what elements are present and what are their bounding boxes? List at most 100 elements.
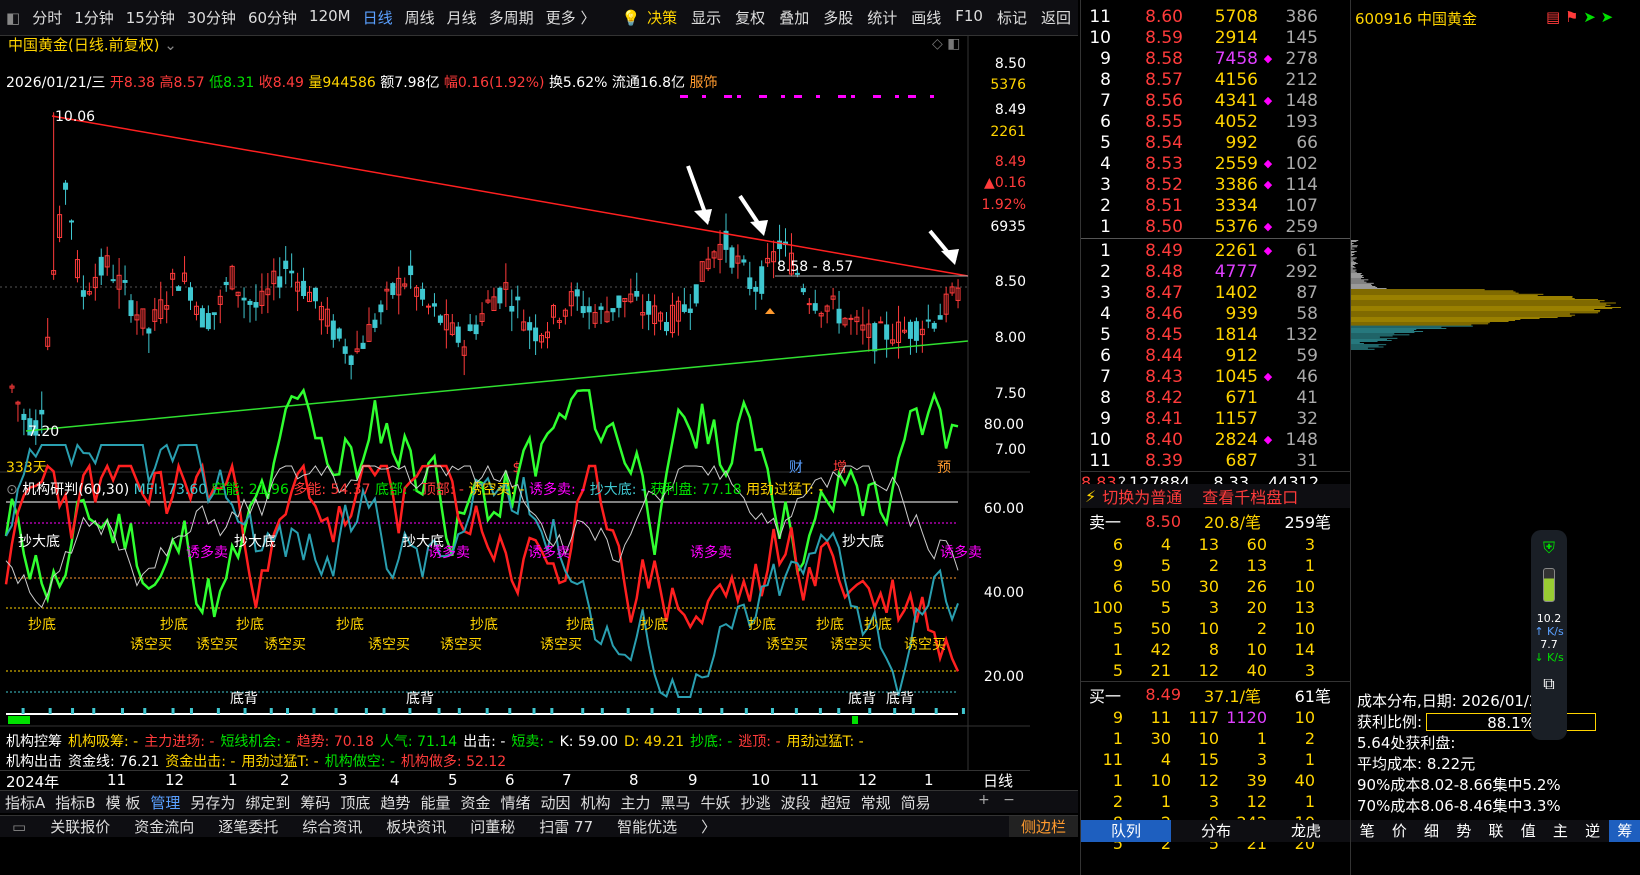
indicator-tab[interactable]: 黑马 [656,792,696,813]
right-tab[interactable]: 主 [1544,820,1576,842]
view-depth-button[interactable]: 查看千档盘口 [1202,484,1298,508]
indicator-tab[interactable]: 能量 [415,792,455,813]
indicator-tab[interactable]: 趋势 [375,792,415,813]
detail-tab[interactable]: 队列 [1081,820,1171,842]
toolbar-button[interactable]: 返回 [1034,7,1078,28]
period-tab[interactable]: 分时 [26,7,68,28]
book-row[interactable]: 3 8.47 1402 87 [1081,282,1350,303]
bottom-bar-item[interactable]: 扫雷 77 [527,816,605,837]
switch-normal-button[interactable]: 切换为普通 [1096,484,1202,508]
toolbar-button[interactable]: 复权 [728,7,772,28]
book-row[interactable]: 7 8.43 1045 ◆ 46 [1081,366,1350,387]
window-menu-icon[interactable]: ◧ [0,9,26,27]
bottom-bar-item[interactable]: 综合资讯 [290,816,374,837]
indicator-tab[interactable]: 动因 [535,792,575,813]
indicator-tab[interactable]: 抄逃 [736,792,776,813]
toolbar-button[interactable]: F10 [948,7,990,28]
indicator-tab[interactable]: 常规 [856,792,896,813]
bottom-bar-item[interactable]: 智能优选 [605,816,689,837]
book-row[interactable]: 7 8.56 4341 ◆ 148 [1081,90,1350,111]
right-tab[interactable]: 值 [1512,820,1544,842]
ohlc-sector[interactable]: 服饰 [690,75,718,91]
toolbar-button[interactable]: 统计 [860,7,904,28]
book-row[interactable]: 8 8.42 671 41 [1081,387,1350,408]
indicator-tab[interactable]: 简易 [896,792,936,813]
right-tab[interactable]: 细 [1415,820,1447,842]
book-row[interactable]: 1 8.49 2261 ◆ 61 [1081,240,1350,261]
bottom-bar-item[interactable]: 问董秘 [458,816,527,837]
panel-icon[interactable]: ▭ [0,818,38,836]
indicator-tab[interactable]: 绑定到 [240,792,295,813]
flag-icon[interactable]: ⚑ [1565,8,1578,26]
title-dropdown-icon[interactable]: ⌄ [164,36,177,54]
book-row[interactable]: 5 8.54 992 66 [1081,132,1350,153]
book-row[interactable]: 6 8.44 912 59 [1081,345,1350,366]
right-tab[interactable]: 联 [1480,820,1512,842]
book-row[interactable]: 3 8.52 3386 ◆ 114 [1081,174,1350,195]
book-row[interactable]: 10 8.59 2914 145 [1081,27,1350,48]
indicator-tab[interactable]: 波段 [776,792,816,813]
book-row[interactable]: 11 8.60 5708 386 [1081,6,1350,27]
book-row[interactable]: 4 8.46 939 58 [1081,303,1350,324]
right-tab[interactable]: 逆 [1577,820,1609,842]
book-row[interactable]: 6 8.55 4052 193 [1081,111,1350,132]
indicator-tab[interactable]: 筹码 [295,792,335,813]
toolbar-button[interactable]: 显示 [684,7,728,28]
indicator-tab[interactable]: 指标A [0,792,50,813]
arrow-icon[interactable]: ➤ [1601,8,1614,26]
indicator-tab[interactable]: 模 板 [101,792,146,813]
cursor-icon[interactable]: ➤ [1583,8,1596,26]
indicator-tab[interactable]: 顶底 [335,792,375,813]
toolbar-button[interactable]: 标记 [990,7,1034,28]
indicator-tab[interactable]: 牛妖 [696,792,736,813]
period-tab[interactable]: 日线 [357,7,399,28]
kline-chart-area[interactable]: 8.50 5376 8.49 2261 8.49 ▲0.16 1.92% 6935 8.50 8.… [0,36,1078,806]
toolbar-button[interactable]: 叠加 [772,7,816,28]
detail-tab[interactable]: 分布 [1171,820,1261,842]
screenshot-icon[interactable]: ⧉ [1531,674,1567,694]
chart-corner-icons[interactable]: ◇ ◧ [932,36,960,52]
period-tab[interactable]: 30分钟 [181,7,242,28]
book-row[interactable]: 1 8.50 5376 ◆ 259 [1081,216,1350,237]
indicator1-name[interactable]: 机构研判(60,30) [22,482,129,498]
period-tab[interactable]: 60分钟 [242,7,303,28]
period-tab[interactable]: 更多 〉 [540,7,602,28]
period-tab[interactable]: 周线 [399,7,441,28]
book-row[interactable]: 5 8.45 1814 132 [1081,324,1350,345]
right-tab[interactable]: 价 [1383,820,1415,842]
chip-mode-icon[interactable]: ▤ [1546,8,1560,26]
period-tab[interactable]: 多周期 [483,7,540,28]
toolbar-button[interactable]: 多股 [816,7,860,28]
book-row[interactable]: 9 8.41 1157 32 [1081,408,1350,429]
detail-tab[interactable]: 龙虎 [1261,820,1351,842]
period-tab[interactable]: 1分钟 [68,7,120,28]
indicator-tab[interactable]: 另存为 [185,792,240,813]
book-row[interactable]: 8 8.57 4156 212 [1081,69,1350,90]
zoom-buttons[interactable]: + − [978,792,1015,808]
right-tab[interactable]: 势 [1448,820,1480,842]
book-row[interactable]: 2 8.51 3334 107 [1081,195,1350,216]
right-tab[interactable]: 笔 [1351,820,1383,842]
indicator-tab[interactable]: 主力 [616,792,656,813]
book-row[interactable]: 9 8.58 7458 ◆ 278 [1081,48,1350,69]
indicator-tab[interactable]: 资金 [455,792,495,813]
book-row[interactable]: 11 8.39 687 31 [1081,450,1350,471]
bottom-bar-item[interactable]: 资金流向 [122,816,206,837]
toolbar-button[interactable]: 画线 [904,7,948,28]
collapse-icon[interactable]: ⊙ [6,482,18,498]
bottom-bar-item[interactable]: 侧边栏 [1009,816,1078,837]
bottom-bar-item[interactable]: 〉 [689,816,728,837]
period-tab[interactable]: 月线 [441,7,483,28]
indicator-tab[interactable]: 情绪 [495,792,535,813]
toolbar-button[interactable]: 决策 [640,7,684,28]
indicator-tab[interactable]: 管理 [145,792,185,813]
book-row[interactable]: 4 8.53 2559 ◆ 102 [1081,153,1350,174]
bottom-bar-item[interactable]: 板块资讯 [374,816,458,837]
indicator-tab[interactable]: 指标B [50,792,100,813]
indicator-tab[interactable]: 机构 [576,792,616,813]
book-row[interactable]: 2 8.48 4777 292 [1081,261,1350,282]
period-tab[interactable]: 15分钟 [120,7,181,28]
indicator-tab[interactable]: 超短 [816,792,856,813]
right-tab[interactable]: 筹 [1609,820,1640,842]
book-row[interactable]: 10 8.40 2824 ◆ 148 [1081,429,1350,450]
